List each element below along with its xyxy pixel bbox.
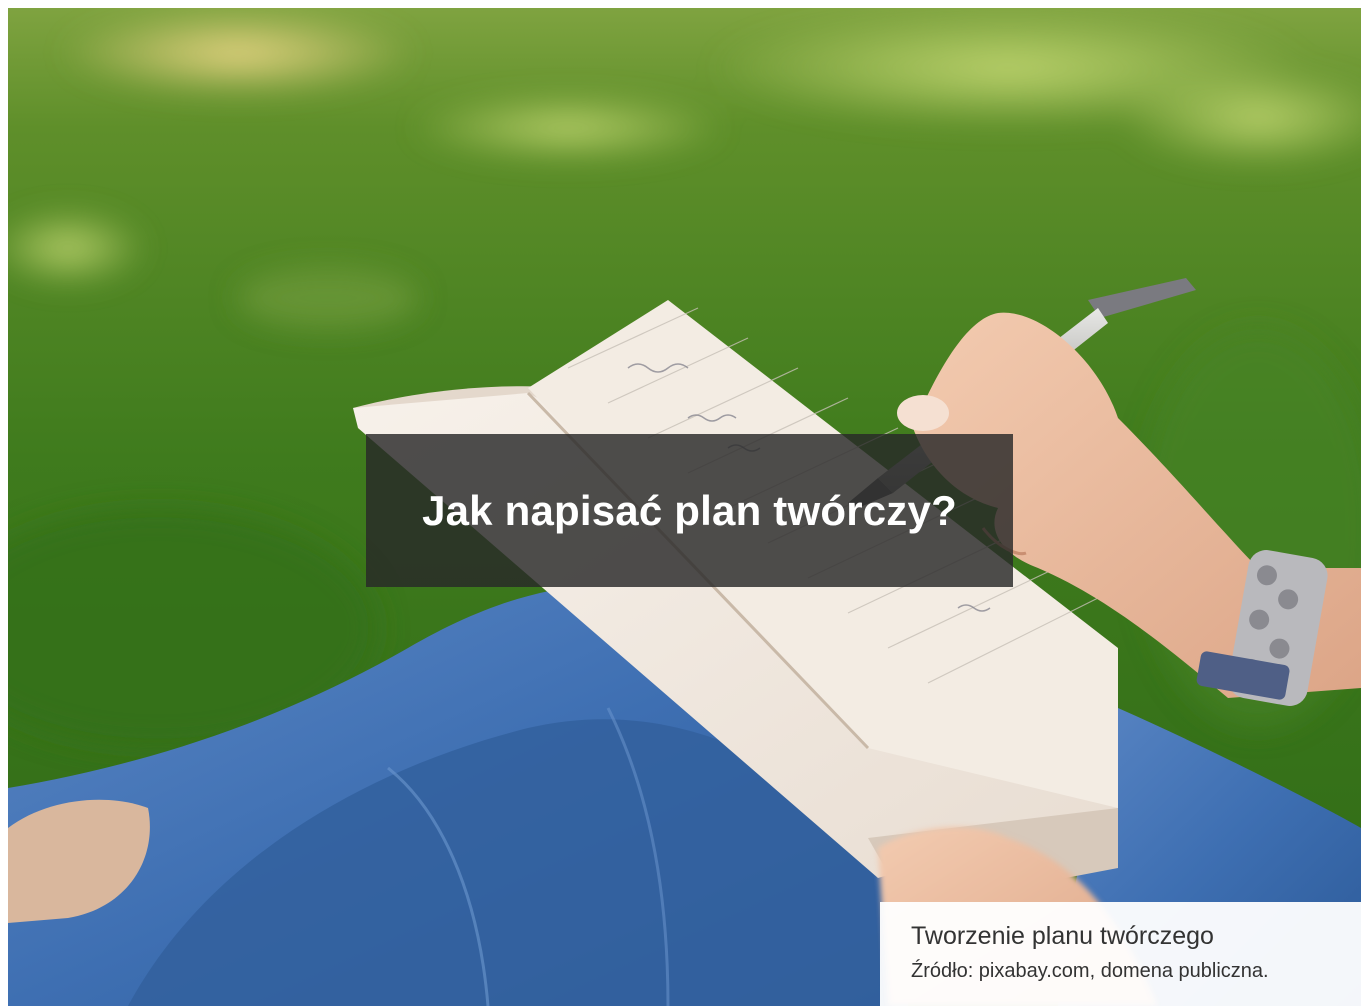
caption-title: Tworzenie planu twórczego (911, 922, 1214, 950)
title-overlay: Jak napisać plan twórczy? (366, 434, 1013, 587)
page-title: Jak napisać plan twórczy? (422, 486, 957, 534)
image-caption: Tworzenie planu twórczego Źródło: pixaba… (880, 902, 1361, 1006)
slide: Jak napisać plan twórczy? Tworzenie plan… (0, 0, 1361, 1006)
caption-source: Źródło: pixabay.com, domena publiczna. (911, 960, 1269, 982)
